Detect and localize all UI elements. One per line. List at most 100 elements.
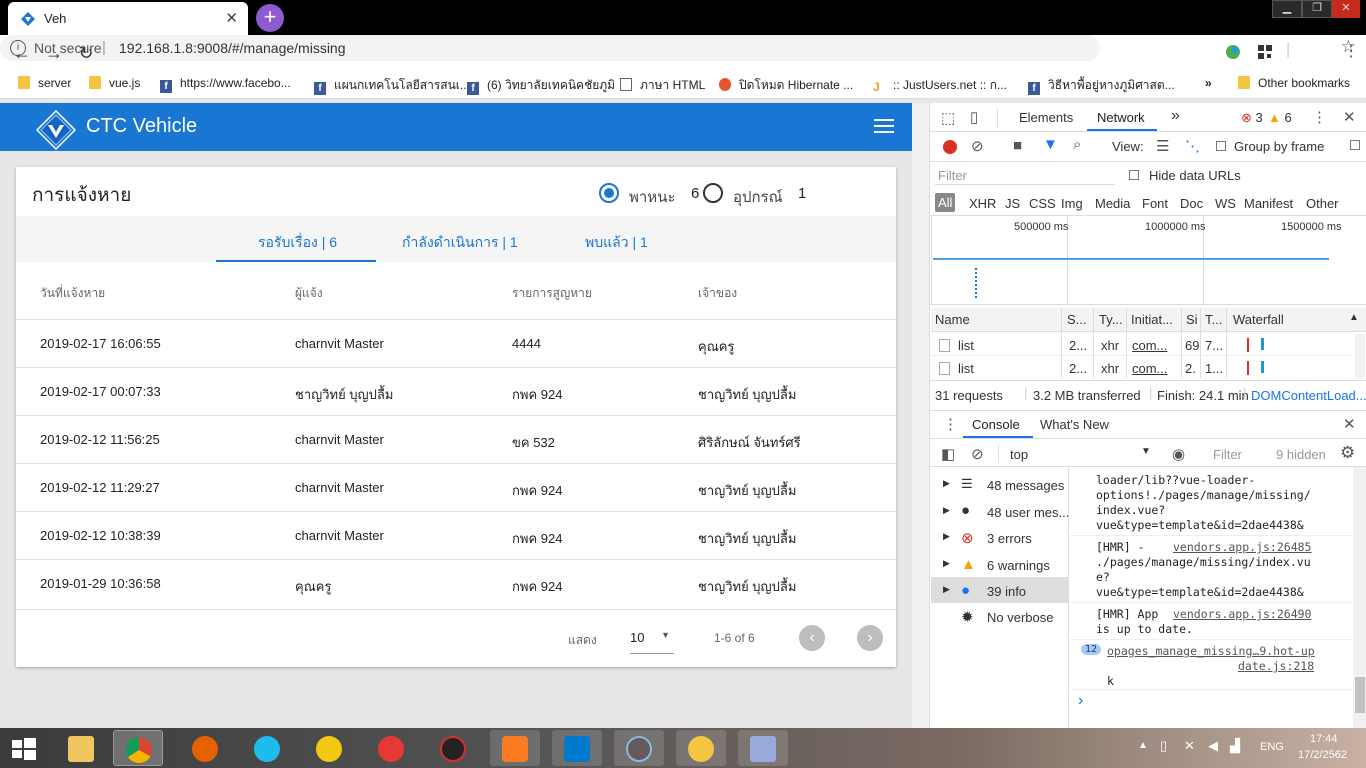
chrome-menu-icon[interactable]: ⋮ — [1343, 41, 1359, 61]
type-filter[interactable]: JS — [1005, 196, 1020, 211]
clear-icon[interactable]: ⊘ — [971, 137, 984, 155]
type-filter[interactable]: WS — [1215, 196, 1236, 211]
radio-vehicle[interactable] — [599, 183, 619, 203]
error-indicator[interactable]: ⊗ 3 — [1241, 110, 1263, 126]
more-tabs-icon[interactable]: » — [1171, 107, 1180, 125]
net-col-initiator[interactable]: Initiat... — [1131, 312, 1173, 327]
column-header-owner[interactable]: เจ้าของ — [698, 284, 737, 303]
tray-expand-icon[interactable]: ▲ — [1138, 740, 1148, 751]
sidebar-warnings[interactable]: 6 warnings — [987, 558, 1050, 573]
taskbar-app[interactable] — [428, 730, 478, 766]
tab-found[interactable]: พบแล้ว | 1 — [585, 232, 648, 254]
type-filter[interactable]: Font — [1142, 196, 1168, 211]
console-settings-icon[interactable]: ⚙ — [1340, 443, 1355, 463]
type-filter[interactable]: Media — [1095, 196, 1130, 211]
column-header-item[interactable]: รายการสูญหาย — [512, 284, 592, 303]
tray-network-icon[interactable]: ✕ — [1184, 738, 1195, 754]
bookmark-item[interactable]: J:: JustUsers.net :: ก... — [873, 76, 1007, 95]
expand-arrow-icon[interactable]: ▶ — [943, 505, 950, 516]
net-col-type[interactable]: Ty... — [1099, 312, 1123, 327]
next-page-icon[interactable]: › — [857, 625, 883, 651]
windows-start-icon[interactable] — [12, 738, 36, 760]
hamburger-menu-icon[interactable] — [874, 119, 894, 135]
warning-indicator[interactable]: ▲ 6 — [1268, 110, 1292, 125]
tray-signal-icon[interactable]: ▟ — [1230, 738, 1240, 754]
tab-in-progress[interactable]: กำลังดำเนินการ | 1 — [402, 232, 518, 254]
sidebar-info[interactable]: 39 info — [987, 584, 1026, 599]
table-row[interactable]: 2019-02-17 00:07:33 ชาญวิทย์ บุญปลื้ม กพ… — [16, 367, 896, 415]
table-row[interactable]: 2019-02-12 11:56:25 charnvit Master ขค 5… — [16, 415, 896, 463]
source-link[interactable]: opages_manage_missing…9.hot-up — [1107, 644, 1315, 658]
tray-volume-icon[interactable]: ◀ — [1208, 738, 1218, 754]
sidebar-verbose[interactable]: No verbose — [987, 610, 1053, 625]
net-col-size[interactable]: Si — [1186, 312, 1198, 327]
page-scrollbar[interactable] — [912, 103, 930, 728]
sort-up-icon[interactable]: ▲ — [1349, 312, 1359, 323]
table-row[interactable]: 2019-02-12 10:38:39 charnvit Master กพค … — [16, 511, 896, 559]
table-row[interactable]: 2019-02-17 16:06:55 charnvit Master 4444… — [16, 319, 896, 367]
screenshot-icon[interactable]: ■ — [1013, 137, 1022, 154]
expand-arrow-icon[interactable]: ▶ — [943, 478, 950, 489]
bookmarks-overflow-icon[interactable]: » — [1205, 76, 1212, 90]
taskbar-xampp[interactable] — [490, 730, 540, 766]
checkbox[interactable] — [1129, 170, 1139, 180]
extension-globe-icon[interactable] — [1225, 44, 1241, 60]
taskbar-app[interactable] — [738, 730, 788, 766]
table-row[interactable]: 2019-02-12 11:29:27 charnvit Master กพค … — [16, 463, 896, 511]
taskbar-chrome[interactable] — [113, 730, 163, 766]
network-filter-input[interactable]: Filter — [935, 165, 1115, 185]
radio-equipment[interactable] — [703, 183, 723, 203]
network-scrollbar[interactable] — [1355, 334, 1365, 378]
bookmark-item[interactable]: server — [18, 76, 71, 90]
console-filter-input[interactable]: Filter — [1206, 444, 1266, 464]
expand-arrow-icon[interactable]: ▶ — [943, 531, 950, 542]
tab-close-icon[interactable]: ✕ — [225, 9, 238, 27]
net-col-time[interactable]: T... — [1205, 312, 1222, 327]
device-toolbar-icon[interactable]: ▯ — [970, 108, 978, 126]
address-bar[interactable]: i Not secure | 192.168.1.8:9008/#/manage… — [0, 35, 1356, 61]
tab-pending[interactable]: รอรับเรื่อง | 6 — [258, 232, 337, 254]
hide-data-urls[interactable]: Hide data URLs — [1129, 168, 1241, 183]
taskbar-app[interactable] — [366, 730, 416, 766]
tray-language[interactable]: ENG — [1260, 741, 1284, 753]
type-filter[interactable]: Other — [1306, 196, 1339, 211]
rows-per-page-select[interactable]: 10 ▼ — [630, 622, 674, 654]
checkbox[interactable] — [1350, 140, 1360, 150]
new-tab-button[interactable]: + — [256, 4, 284, 32]
expand-arrow-icon[interactable]: ▶ — [943, 558, 950, 569]
net-col-name[interactable]: Name — [935, 312, 970, 327]
sidebar-errors[interactable]: 3 errors — [987, 531, 1032, 546]
eye-icon[interactable]: ◉ — [1172, 445, 1185, 463]
type-filter[interactable]: Img — [1061, 196, 1083, 211]
tray-battery-icon[interactable]: ▯ — [1160, 738, 1167, 754]
taskbar-vscode[interactable] — [552, 730, 602, 766]
bookmark-item[interactable]: f แผนกเทคโนโลยีสารสนเ... — [314, 76, 470, 95]
net-col-status[interactable]: S... — [1067, 312, 1087, 327]
drawer-tab-whats-new[interactable]: What's New — [1040, 417, 1109, 432]
taskbar-ie[interactable] — [242, 730, 292, 766]
browser-tab[interactable]: Veh ✕ — [8, 2, 248, 35]
qr-code-icon[interactable] — [1257, 44, 1273, 60]
taskbar-file-explorer[interactable] — [56, 730, 106, 766]
console-scrollbar[interactable] — [1353, 467, 1366, 728]
taskbar-firefox[interactable] — [180, 730, 230, 766]
devtools-close-icon[interactable]: ✕ — [1343, 108, 1356, 126]
inspect-element-icon[interactable]: ⬚ — [941, 109, 955, 127]
site-info-icon[interactable]: i — [10, 40, 26, 56]
bookmark-item[interactable]: Other bookmarks — [1238, 76, 1350, 90]
devtools-menu-icon[interactable]: ⋮ — [1312, 108, 1327, 126]
bookmark-item[interactable]: f https://www.facebo... — [160, 76, 291, 93]
checkbox[interactable] — [1216, 141, 1226, 151]
column-header-reporter[interactable]: ผู้แจ้ง — [295, 284, 323, 303]
expand-arrow-icon[interactable]: ▶ — [943, 584, 950, 595]
list-view-icon[interactable]: ☰ — [1156, 137, 1169, 155]
type-filter-all[interactable]: All — [935, 193, 956, 212]
sidebar-messages[interactable]: 48 messages — [987, 478, 1064, 493]
drawer-menu-icon[interactable]: ⋮ — [943, 415, 958, 433]
net-col-waterfall[interactable]: Waterfall — [1233, 312, 1284, 327]
network-row[interactable]: list 2... xhr com... 69 7... — [931, 334, 1351, 356]
taskbar-atom[interactable] — [614, 730, 664, 766]
console-prompt-icon[interactable]: › — [1078, 692, 1083, 710]
filter-icon[interactable]: ▼ — [1043, 136, 1058, 153]
source-link[interactable]: date.js:218 — [1238, 659, 1314, 673]
